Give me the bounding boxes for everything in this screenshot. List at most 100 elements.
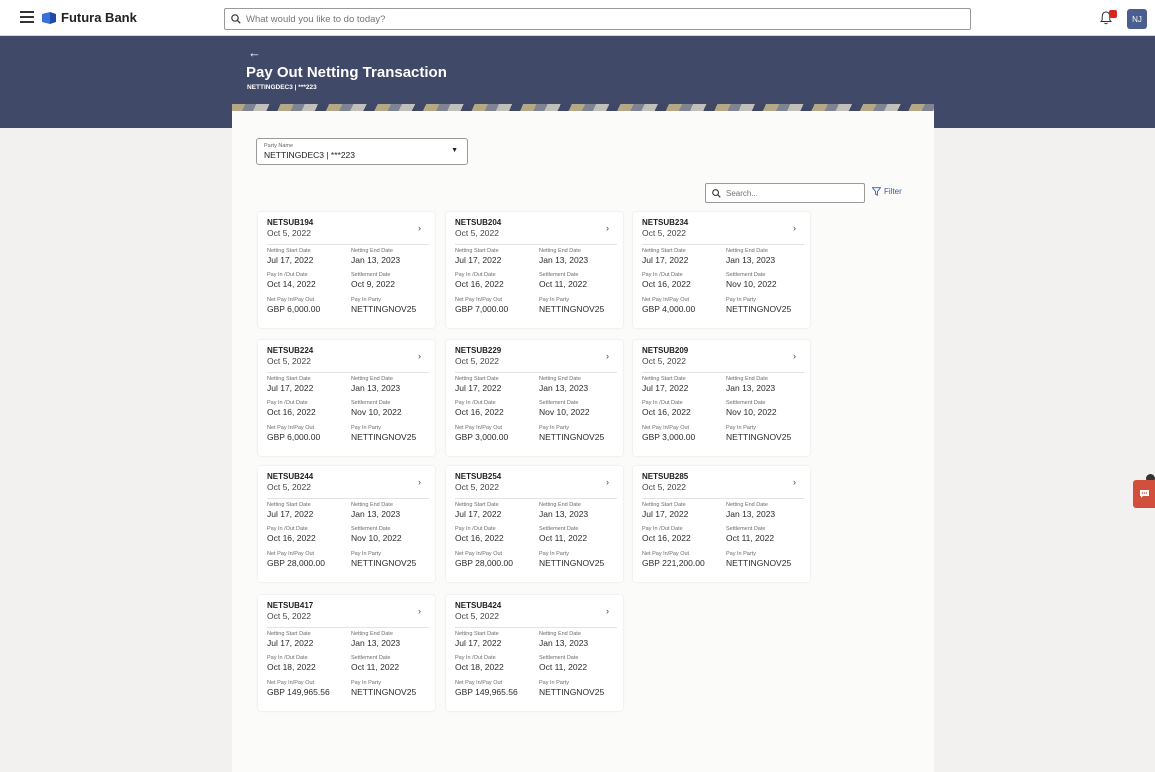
page-subtitle: NETTINGDEC3 | ***223: [247, 84, 317, 91]
card-reference-id: NETSUB254: [455, 472, 502, 481]
field-value: NETTINGNOV25: [351, 432, 417, 442]
field-value: Oct 18, 2022: [455, 662, 504, 672]
chevron-right-icon[interactable]: ›: [793, 351, 796, 361]
card-divider: [455, 498, 617, 499]
caret-down-icon: ▼: [451, 147, 458, 154]
chevron-right-icon[interactable]: ›: [418, 606, 421, 616]
chevron-right-icon[interactable]: ›: [793, 477, 796, 487]
transaction-card[interactable]: NETSUB224 Oct 5, 2022 › Netting Start Date J…: [258, 340, 435, 456]
chevron-right-icon[interactable]: ›: [418, 477, 421, 487]
transaction-card[interactable]: NETSUB417 Oct 5, 2022 › Netting Start Date J…: [258, 595, 435, 711]
field-label: Settlement Date: [539, 400, 579, 406]
field-value: Jan 13, 2023: [351, 255, 401, 265]
field-value: NETTINGNOV25: [539, 558, 605, 568]
transaction-card[interactable]: NETSUB254 Oct 5, 2022 › Netting Start Date J…: [446, 466, 623, 582]
card-date: Oct 5, 2022: [642, 356, 686, 366]
chevron-right-icon[interactable]: ›: [606, 351, 609, 361]
field-value: Oct 11, 2022: [539, 533, 588, 543]
back-button[interactable]: ←: [248, 45, 261, 60]
user-avatar[interactable]: NJ: [1127, 9, 1147, 29]
field-value: Jan 13, 2023: [539, 383, 589, 393]
field-label: Net Pay In/Pay Out: [267, 297, 315, 303]
chevron-right-icon[interactable]: ›: [418, 223, 421, 233]
global-search-bar[interactable]: [224, 8, 971, 30]
filter-button[interactable]: Filter: [872, 187, 902, 196]
bell-icon[interactable]: [1099, 10, 1118, 27]
field-label: Settlement Date: [539, 655, 579, 661]
transaction-card[interactable]: NETSUB244 Oct 5, 2022 › Netting Start Date J…: [258, 466, 435, 582]
chevron-right-icon[interactable]: ›: [606, 223, 609, 233]
field-value: Jan 13, 2023: [351, 638, 401, 648]
field-label: Pay In /Out Date: [642, 400, 683, 406]
transaction-card[interactable]: NETSUB234 Oct 5, 2022 › Netting Start Date J…: [633, 212, 810, 328]
field-label: Settlement Date: [351, 272, 391, 278]
card-divider: [455, 244, 617, 245]
field-payout: Pay In /Out Date Oct 16, 2022: [267, 526, 316, 543]
field-party: Pay In Party NETTINGNOV25: [351, 425, 416, 442]
field-label: Net Pay In/Pay Out: [455, 680, 503, 686]
field-value: Oct 16, 2022: [267, 533, 316, 543]
field-value: Oct 16, 2022: [455, 533, 504, 543]
field-net: Net Pay In/Pay Out GBP 7,000.00: [455, 297, 508, 314]
chevron-right-icon[interactable]: ›: [606, 606, 609, 616]
field-value: Oct 18, 2022: [267, 662, 316, 672]
field-label: Netting End Date: [351, 502, 393, 508]
card-header: NETSUB229 Oct 5, 2022: [455, 346, 501, 366]
card-search-input[interactable]: [726, 188, 856, 198]
field-start: Netting Start Date Jul 17, 2022: [267, 631, 313, 648]
field-party: Pay In Party NETTINGNOV25: [539, 680, 604, 697]
hamburger-icon[interactable]: [20, 11, 34, 23]
field-value: Oct 16, 2022: [642, 407, 691, 417]
field-value: Oct 11, 2022: [351, 662, 400, 672]
chat-button[interactable]: [1133, 480, 1155, 508]
field-net: Net Pay In/Pay Out GBP 3,000.00: [642, 425, 695, 442]
transaction-card[interactable]: NETSUB285 Oct 5, 2022 › Netting Start Date J…: [633, 466, 810, 582]
field-value: Jul 17, 2022: [267, 509, 314, 519]
card-divider: [267, 372, 429, 373]
field-value: Jan 13, 2023: [539, 255, 589, 265]
chevron-right-icon[interactable]: ›: [793, 223, 796, 233]
field-payout: Pay In /Out Date Oct 16, 2022: [455, 526, 504, 543]
field-value: Jan 13, 2023: [351, 509, 401, 519]
field-label: Net Pay In/Pay Out: [267, 551, 315, 557]
field-label: Net Pay In/Pay Out: [455, 297, 503, 303]
transaction-card[interactable]: NETSUB229 Oct 5, 2022 › Netting Start Date J…: [446, 340, 623, 456]
global-search-input[interactable]: [246, 13, 946, 25]
field-label: Netting Start Date: [455, 376, 499, 382]
chevron-right-icon[interactable]: ›: [606, 477, 609, 487]
field-end: Netting End Date Jan 13, 2023: [726, 248, 775, 265]
field-label: Pay In Party: [351, 425, 381, 431]
field-start: Netting Start Date Jul 17, 2022: [455, 376, 501, 393]
field-value: Oct 11, 2022: [539, 662, 588, 672]
brand[interactable]: Futura Bank: [42, 10, 137, 25]
field-label: Netting Start Date: [267, 376, 311, 382]
field-value: Jan 13, 2023: [726, 509, 776, 519]
field-value: GBP 28,000.00: [455, 558, 513, 568]
field-label: Netting Start Date: [642, 248, 686, 254]
search-icon: [712, 188, 721, 198]
field-label: Netting Start Date: [642, 376, 686, 382]
field-label: Netting Start Date: [455, 631, 499, 637]
party-name-value: NETTINGDEC3 | ***223: [264, 150, 356, 160]
transaction-card[interactable]: NETSUB209 Oct 5, 2022 › Netting Start Date J…: [633, 340, 810, 456]
field-value: Nov 10, 2022: [539, 407, 590, 417]
transaction-card[interactable]: NETSUB194 Oct 5, 2022 › Netting Start Date J…: [258, 212, 435, 328]
field-start: Netting Start Date Jul 17, 2022: [455, 248, 501, 265]
transaction-card[interactable]: NETSUB204 Oct 5, 2022 › Netting Start Date J…: [446, 212, 623, 328]
field-value: GBP 4,000.00: [642, 304, 696, 314]
field-label: Netting End Date: [539, 376, 581, 382]
party-name-dropdown[interactable]: Party Name NETTINGDEC3 | ***223 ▼: [256, 138, 468, 165]
field-label: Settlement Date: [539, 272, 579, 278]
field-label: Pay In /Out Date: [267, 526, 308, 532]
field-end: Netting End Date Jan 13, 2023: [351, 631, 400, 648]
transaction-card[interactable]: NETSUB424 Oct 5, 2022 › Netting Start Date J…: [446, 595, 623, 711]
field-label: Net Pay In/Pay Out: [267, 680, 315, 686]
card-date: Oct 5, 2022: [267, 228, 311, 238]
field-label: Pay In Party: [726, 297, 756, 303]
field-end: Netting End Date Jan 13, 2023: [351, 376, 400, 393]
field-label: Netting End Date: [726, 502, 768, 508]
chevron-right-icon[interactable]: ›: [418, 351, 421, 361]
field-label: Pay In /Out Date: [455, 655, 496, 661]
field-label: Pay In /Out Date: [267, 272, 308, 278]
card-search-box[interactable]: [705, 183, 865, 203]
